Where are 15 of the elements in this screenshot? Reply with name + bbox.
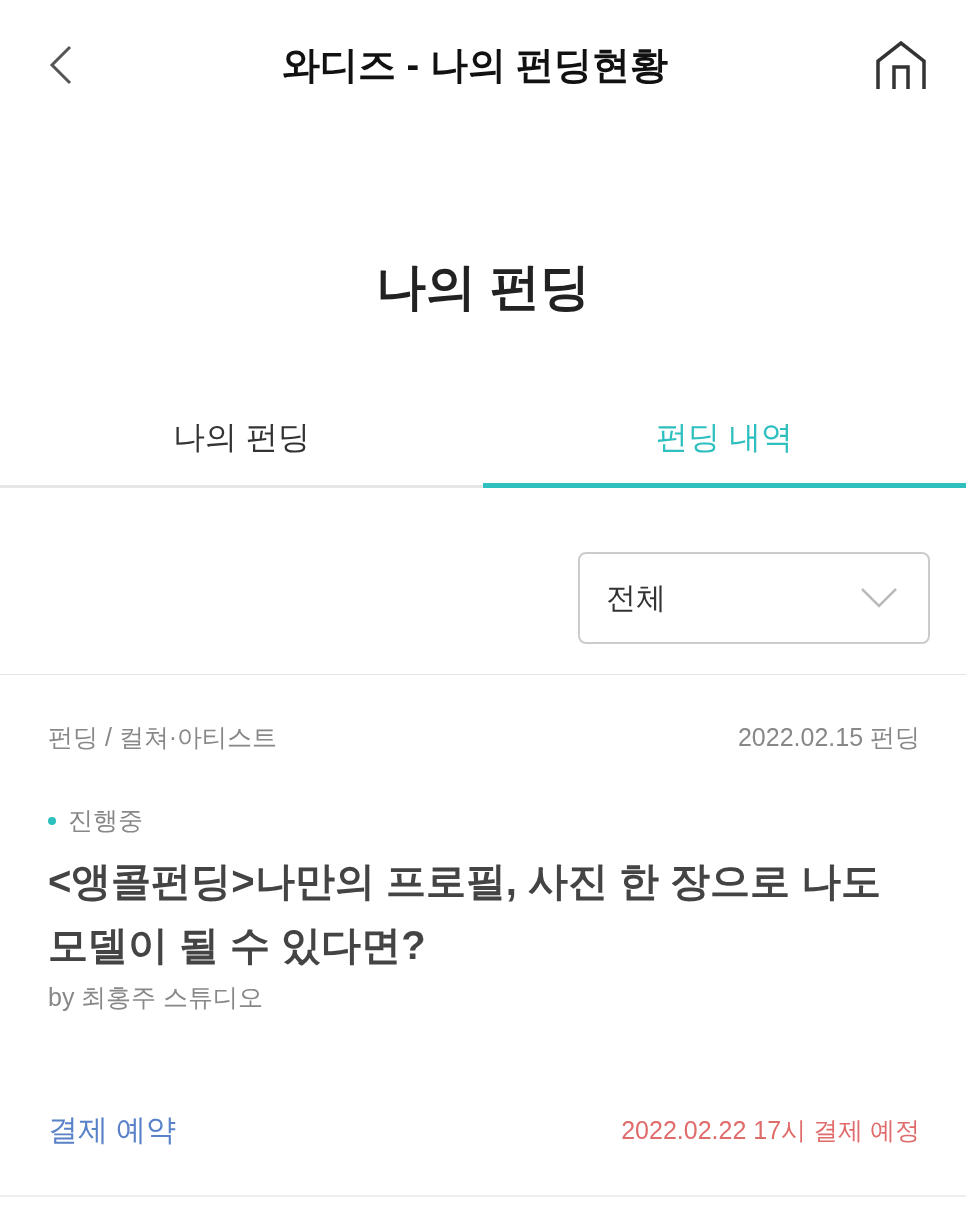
funding-category: 펀딩 / 컬쳐·아티스트: [48, 722, 278, 753]
funding-date: 2022.02.15 펀딩: [737, 722, 920, 753]
chevron-down-icon: [860, 587, 898, 609]
payment-date: 2022.02.22 17시 결제 예정: [621, 1115, 920, 1146]
filter-dropdown[interactable]: 전체: [578, 552, 930, 644]
header-title: 와디즈 - 나의 펀딩현황: [281, 42, 669, 88]
payment-status: 결제 예약: [48, 1112, 177, 1148]
back-icon[interactable]: [48, 45, 74, 85]
status-label: 진행중: [68, 805, 143, 836]
page-title: 나의 펀딩: [375, 258, 591, 317]
maker-name: by 최홍주 스튜디오: [48, 982, 265, 1013]
tab[interactable]: 나의 펀딩: [0, 392, 483, 488]
status-dot: [48, 816, 56, 825]
funding-title[interactable]: <앵콜펀딩>나만의 프로필, 사진 한 장으로 나도 모델이 될 수 있다면?: [48, 849, 920, 977]
home-icon[interactable]: [876, 41, 926, 89]
